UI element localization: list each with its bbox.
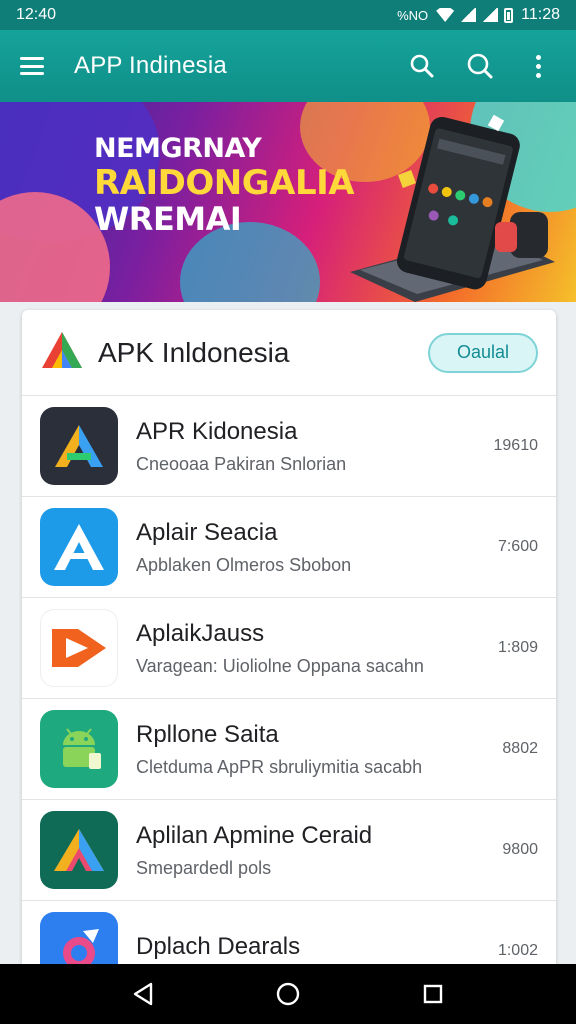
signal-icon-2 <box>482 8 499 22</box>
battery-icon <box>504 7 514 23</box>
header-action-button[interactable]: Oaulal <box>428 332 538 373</box>
app-list-item[interactable]: Aplilan Apmine Ceraid Smepardedl pols 98… <box>22 800 556 901</box>
app-size: 7:600 <box>497 538 538 555</box>
app-size: 1:809 <box>497 639 538 656</box>
home-icon[interactable] <box>268 974 308 1014</box>
app-description: Smepardedl pols <box>136 857 272 878</box>
banner-line-1: NEMGRNAY <box>94 133 262 164</box>
search-icon[interactable] <box>404 48 440 84</box>
app-bar: APP Indinesia <box>0 30 576 102</box>
banner-line-3: WREMAI <box>94 200 242 239</box>
back-icon[interactable] <box>123 974 163 1014</box>
prism-icon <box>40 811 118 889</box>
card-header: APK Inldonesia Oaulal <box>22 310 556 396</box>
triangle-a-icon <box>40 407 118 485</box>
earbuds-case <box>495 212 548 258</box>
promo-banner[interactable]: NEMGRNAY RAIDONGALIA WREMAI <box>0 102 576 302</box>
status-icons <box>436 7 514 23</box>
app-text: Rpllone Saita Cletduma ApPR sbruliymitia… <box>136 721 478 778</box>
signal-icon <box>460 8 477 22</box>
phone-illustration <box>350 114 555 302</box>
wifi-icon <box>436 8 455 22</box>
app-list-item[interactable]: AplaikJauss Varagean: Uioliolne Oppana s… <box>22 598 556 699</box>
card-title: APK Inldonesia <box>98 336 290 368</box>
app-text: APR Kidonesia Cneooaa Pakiran Snlorian <box>136 418 478 475</box>
letter-a-icon <box>40 508 118 586</box>
app-text: Aplilan Apmine Ceraid Smepardedl pols <box>136 822 478 879</box>
menu-icon[interactable] <box>20 57 44 75</box>
status-time-left: 12:40 <box>16 6 57 23</box>
app-text: Aplair Seacia Apblaken Olmeros Sbobon <box>136 519 478 576</box>
app-size: 9800 <box>502 841 538 858</box>
status-time-right: 11:28 <box>521 6 560 23</box>
banner-text: NEMGRNAY RAIDONGALIA WREMAI <box>94 133 355 239</box>
app-name: AplaikJauss <box>136 619 265 647</box>
app-name: Aplilan Apmine Ceraid <box>136 821 373 849</box>
app-name: Dplach Dearals <box>136 933 301 960</box>
app-description: Varagean: Uioliolne Oppana sacahn <box>136 655 424 676</box>
app-description: Cneooaa Pakiran Snlorian <box>136 453 347 474</box>
status-right: %NO 11:28 <box>397 6 560 24</box>
status-bar: 12:40 %NO 11:28 <box>0 0 576 30</box>
status-indicators: %NO <box>397 7 429 23</box>
app-list-item[interactable]: Rpllone Saita Cletduma ApPR sbruliymitia… <box>22 699 556 800</box>
app-list-card: APK Inldonesia Oaulal APR Kidonesia Cneo… <box>22 310 556 980</box>
navigation-bar <box>0 964 576 1024</box>
app-size: 8802 <box>502 740 538 757</box>
app-list-item[interactable]: Aplair Seacia Apblaken Olmeros Sbobon 7:… <box>22 497 556 598</box>
app-name: Aplair Seacia <box>136 518 278 546</box>
search-icon-secondary[interactable] <box>462 48 498 84</box>
more-vert-icon[interactable] <box>520 48 556 84</box>
floating-cube <box>398 170 416 188</box>
app-description: Cletduma ApPR sbruliymitia sacabh <box>136 756 423 777</box>
apk-logo-icon <box>40 330 84 375</box>
app-name: Rpllone Saita <box>136 720 279 748</box>
app-list-item[interactable]: APR Kidonesia Cneooaa Pakiran Snlorian 1… <box>22 396 556 497</box>
banner-line-2: RAIDONGALIA <box>94 163 355 204</box>
app-size: 19610 <box>493 437 539 454</box>
app-title: APP Indinesia <box>74 52 227 79</box>
app-name: APR Kidonesia <box>136 417 298 445</box>
recents-icon[interactable] <box>413 974 453 1014</box>
app-size: 1:002 <box>497 942 538 959</box>
android-icon <box>40 710 118 788</box>
app-description: Apblaken Olmeros Sbobon <box>136 554 352 575</box>
play-icon <box>40 609 118 687</box>
app-text: AplaikJauss Varagean: Uioliolne Oppana s… <box>136 620 478 677</box>
